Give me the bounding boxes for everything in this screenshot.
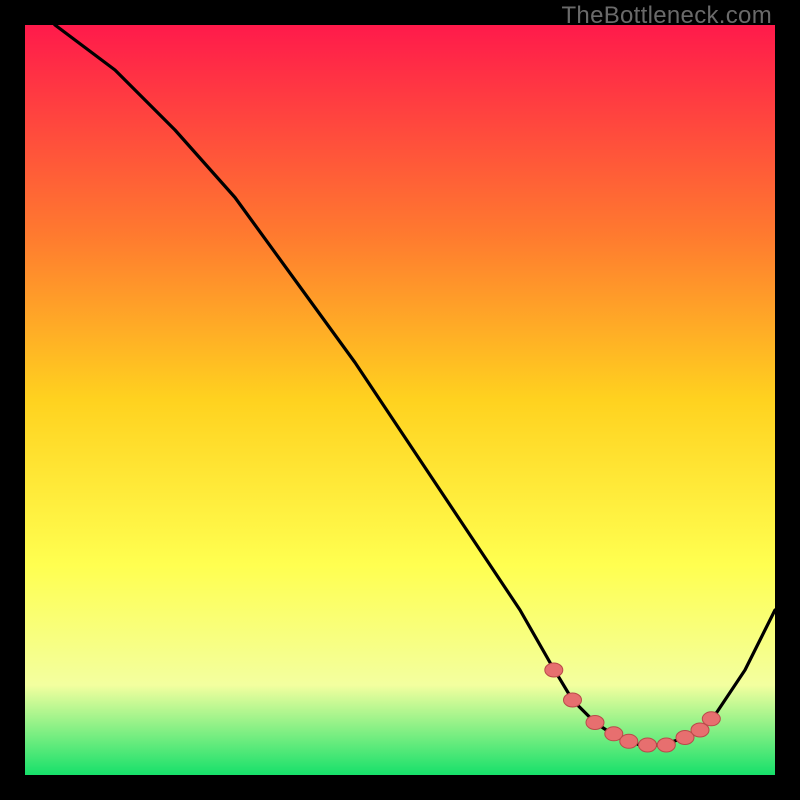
chart-frame — [25, 25, 775, 775]
marker-point — [702, 712, 720, 726]
marker-point — [620, 734, 638, 748]
marker-point — [545, 663, 563, 677]
gradient-background — [25, 25, 775, 775]
watermark-text: TheBottleneck.com — [561, 2, 772, 30]
marker-point — [564, 693, 582, 707]
marker-point — [639, 738, 657, 752]
marker-point — [586, 716, 604, 730]
bottleneck-chart — [25, 25, 775, 775]
marker-point — [657, 738, 675, 752]
